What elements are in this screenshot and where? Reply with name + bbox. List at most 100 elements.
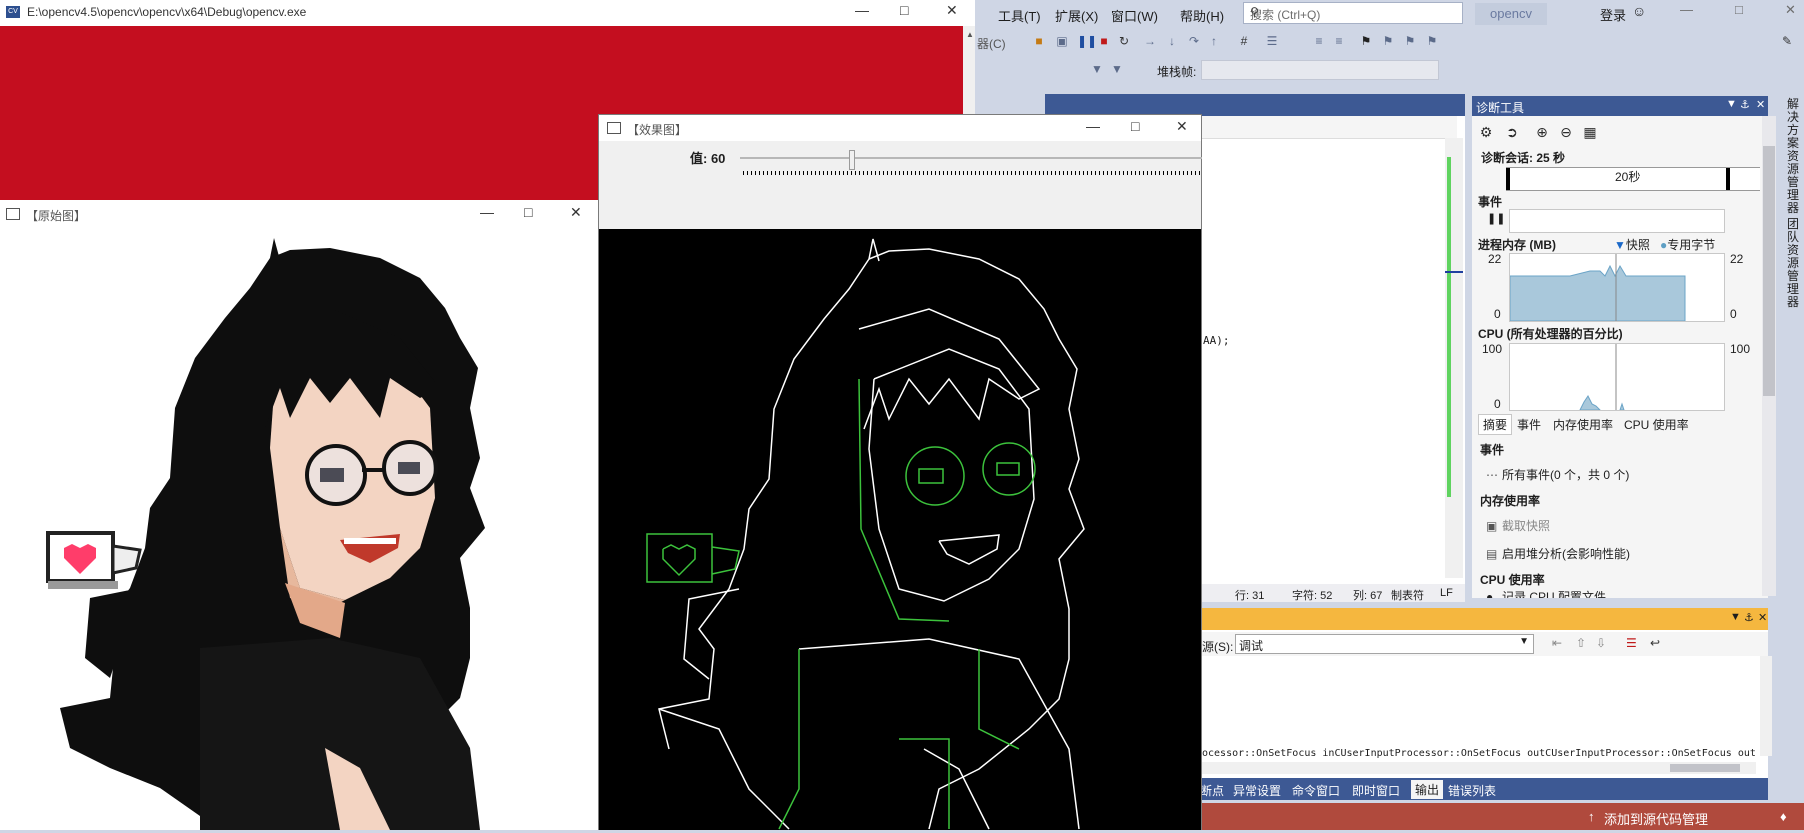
bookmark-icon[interactable]: ⚑: [1359, 34, 1373, 48]
thread-icon[interactable]: ☰: [1265, 34, 1279, 48]
cpu-profile-row[interactable]: ● 记录 CPU 配置文件: [1486, 588, 1606, 598]
feedback-icon[interactable]: ✎: [1780, 34, 1794, 48]
zoom-out-icon[interactable]: ⊖: [1556, 122, 1576, 142]
screenshot-icon[interactable]: ▣: [1055, 34, 1069, 48]
tab-memory[interactable]: 内存使用率: [1553, 416, 1613, 433]
minimize-icon[interactable]: —: [855, 2, 869, 18]
dropdown-icon[interactable]: ▼: [1726, 98, 1737, 110]
pause-icon[interactable]: ❚❚: [1487, 212, 1505, 225]
filter-icon[interactable]: ▼: [1090, 62, 1104, 76]
close-icon[interactable]: ✕: [570, 204, 582, 221]
events-list-header: 事件: [1480, 443, 1505, 457]
step-over-icon[interactable]: ↷: [1187, 34, 1201, 48]
side-tab-team-explorer[interactable]: 团队资源管理器: [1787, 218, 1801, 309]
process-icon[interactable]: ■: [1032, 34, 1046, 48]
output-up-icon[interactable]: ⇧: [1576, 636, 1586, 650]
tab-cpu[interactable]: CPU 使用率: [1624, 416, 1689, 433]
output-hscrollbar[interactable]: [1200, 762, 1756, 774]
output-title-bar: ▼ ⚓ ✕: [1200, 608, 1768, 630]
close-icon[interactable]: ✕: [1756, 98, 1765, 111]
step-out-icon[interactable]: ↑: [1207, 34, 1221, 48]
filter2-icon[interactable]: ▼: [1110, 62, 1124, 76]
clear-all-icon[interactable]: ☰: [1626, 636, 1637, 650]
maximize-icon[interactable]: □: [524, 204, 532, 220]
console-title: E:\opencv4.5\opencv\opencv\x64\Debug\ope…: [27, 5, 307, 19]
reset-zoom-icon[interactable]: ▦: [1580, 122, 1600, 142]
memory-chart[interactable]: [1509, 253, 1725, 322]
format2-icon[interactable]: ≡: [1332, 34, 1346, 48]
cpu-axis-min: 0: [1494, 397, 1501, 411]
output-source-combo[interactable]: 调试 ▼: [1235, 634, 1534, 654]
tab-output[interactable]: 输出: [1411, 780, 1444, 799]
original-image[interactable]: [0, 228, 598, 830]
maximize-icon[interactable]: □: [1131, 118, 1139, 134]
tab-immediate-window[interactable]: 即时窗口: [1352, 782, 1400, 799]
side-tab-solution-explorer[interactable]: 解决方案资源管理器: [1787, 98, 1801, 215]
stop-icon[interactable]: ■: [1097, 34, 1111, 48]
close-icon[interactable]: ✕: [946, 2, 958, 19]
output-prev-icon[interactable]: ⇤: [1552, 636, 1562, 650]
user-icon[interactable]: ☺: [1632, 3, 1646, 19]
menu-help[interactable]: 帮助(H): [1180, 6, 1224, 25]
menu-window[interactable]: 窗口(W): [1111, 6, 1158, 25]
source-control-link[interactable]: 添加到源代码管理: [1604, 809, 1708, 828]
bookmark-clear-icon[interactable]: ⚑: [1425, 34, 1439, 48]
close-icon[interactable]: ✕: [1176, 118, 1188, 135]
tab-summary[interactable]: 摘要: [1478, 414, 1513, 435]
bookmark-next-icon[interactable]: ⚑: [1403, 34, 1417, 48]
close-icon[interactable]: ✕: [1785, 2, 1796, 18]
hex-icon[interactable]: #: [1237, 34, 1251, 48]
tab-exception-settings[interactable]: 异常设置: [1233, 782, 1281, 799]
maximize-icon[interactable]: □: [1735, 2, 1743, 17]
step-next-icon[interactable]: →: [1143, 34, 1157, 48]
tab-command-window[interactable]: 命令窗口: [1292, 782, 1340, 799]
minimize-icon[interactable]: —: [480, 204, 494, 220]
minimize-icon[interactable]: —: [1680, 2, 1693, 17]
settings-icon[interactable]: ⚙: [1476, 122, 1496, 142]
cpu-chart[interactable]: [1509, 343, 1725, 411]
pin-icon[interactable]: ⚓: [1740, 98, 1750, 111]
output-down-icon[interactable]: ⇩: [1596, 636, 1606, 650]
login-link[interactable]: 登录: [1600, 5, 1626, 24]
trackbar-label: 值: 60: [690, 151, 726, 166]
all-events-row[interactable]: ⋯ 所有事件(0 个，共 0 个): [1486, 466, 1629, 483]
stack-frame-combo[interactable]: [1201, 60, 1439, 80]
trackbar-groove[interactable]: [740, 157, 1202, 159]
bottom-tab-strip: 断点 异常设置 命令窗口 即时窗口 输出 错误列表: [1200, 778, 1768, 800]
tab-breakpoints[interactable]: 断点: [1200, 782, 1224, 799]
cpu-profile-row-clip: ● 记录 CPU 配置文件: [1472, 588, 1762, 598]
record-icon: ●: [1486, 590, 1494, 598]
pin-icon[interactable]: ⚓: [1744, 611, 1754, 624]
zoom-in-icon[interactable]: ⊕: [1532, 122, 1552, 142]
snapshot-legend-label: 快照: [1625, 238, 1650, 252]
trackbar-thumb[interactable]: [849, 150, 855, 170]
maximize-icon[interactable]: □: [900, 2, 908, 18]
tab-error-list[interactable]: 错误列表: [1448, 782, 1496, 799]
restart-icon[interactable]: ↻: [1117, 34, 1131, 48]
menu-tools[interactable]: 工具(T): [998, 6, 1041, 25]
all-events-label: 所有事件(0 个，共 0 个): [1502, 468, 1630, 482]
vs-search-box[interactable]: 搜索 (Ctrl+Q) ⚲: [1243, 2, 1463, 24]
diagnostics-scrollbar[interactable]: [1762, 116, 1776, 596]
take-snapshot-row[interactable]: ▣ 截取快照: [1486, 517, 1550, 534]
edge-image[interactable]: [599, 229, 1201, 830]
close-icon[interactable]: ✕: [1758, 611, 1767, 624]
tab-events[interactable]: 事件: [1517, 416, 1541, 433]
scrollbar-thumb[interactable]: [1670, 764, 1740, 772]
dropdown-icon[interactable]: ▼: [1730, 611, 1741, 623]
glasses-bridge: [362, 468, 384, 472]
minimize-icon[interactable]: —: [1086, 118, 1100, 134]
scrollbar-thumb[interactable]: [1763, 146, 1775, 396]
step-into-icon[interactable]: ↓: [1165, 34, 1179, 48]
export-icon[interactable]: ➲: [1502, 122, 1522, 142]
bell-icon[interactable]: ♦: [1780, 809, 1787, 824]
menu-extensions[interactable]: 扩展(X): [1055, 6, 1098, 25]
output-vscrollbar[interactable]: [1760, 656, 1772, 756]
pause-icon[interactable]: ❚❚: [1077, 34, 1097, 48]
bookmark-prev-icon[interactable]: ⚑: [1381, 34, 1395, 48]
format-icon[interactable]: ≡: [1312, 34, 1326, 48]
cpu-section-header: CPU (所有处理器的百分比): [1478, 327, 1623, 341]
scroll-up-icon[interactable]: ▲: [966, 30, 974, 39]
word-wrap-icon[interactable]: ↩: [1650, 636, 1660, 650]
heap-profiling-row[interactable]: ▤ 启用堆分析(会影响性能): [1486, 545, 1630, 562]
